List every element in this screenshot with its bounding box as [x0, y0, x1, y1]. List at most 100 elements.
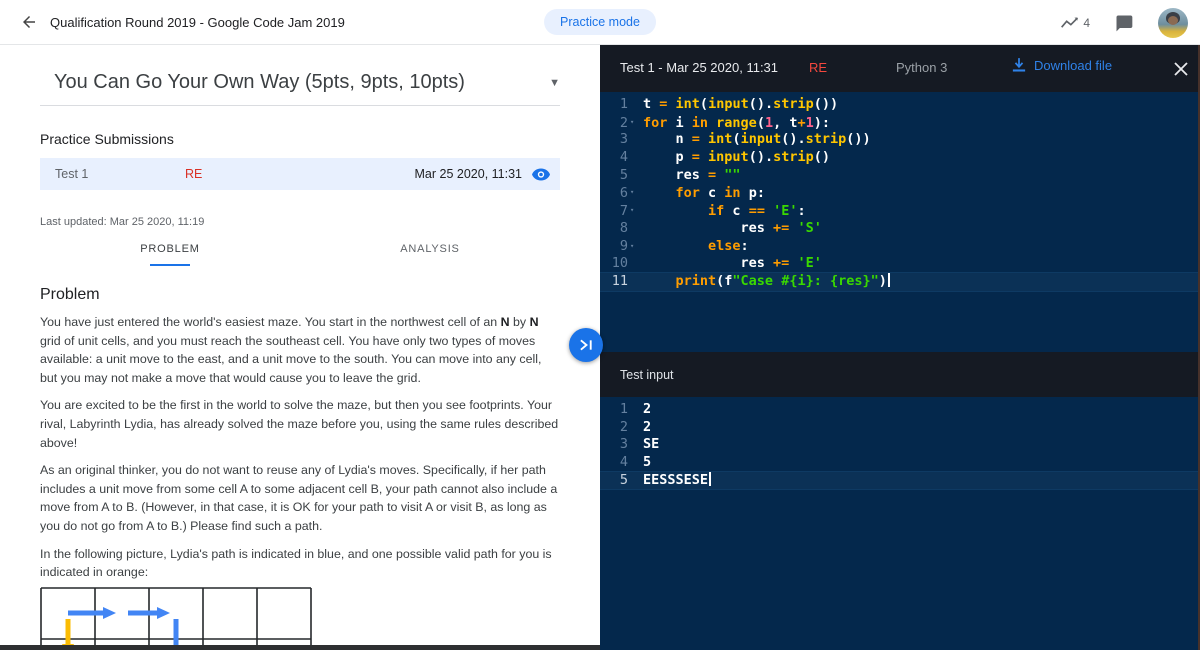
tab-bar: PROBLEM ANALYSIS	[40, 232, 560, 266]
code-line: 1 t = int(input().strip())	[600, 96, 1200, 114]
test-input-line: 45	[600, 454, 1200, 472]
test-input-text: 5	[643, 454, 652, 471]
line-number: 5	[619, 166, 628, 183]
test-input-text: 2	[643, 418, 652, 435]
trending-icon	[1061, 16, 1079, 28]
line-number: 10	[611, 255, 628, 272]
viewer-verdict: RE	[809, 60, 828, 75]
line-number: 9	[619, 238, 628, 255]
test-input-editor[interactable]: 1 2 2 2 3 SE 4 5 5 EESSSESE	[600, 397, 1200, 650]
test-input-header: Test input	[600, 352, 1200, 397]
code-text: for c in p:	[675, 185, 765, 202]
submission-name: Test 1	[55, 167, 89, 181]
problem-selector[interactable]: You Can Go Your Own Way (5pts, 9pts, 10p…	[40, 71, 560, 106]
close-icon	[1174, 62, 1188, 76]
code-line: 7 ▾ if c == 'E':	[600, 202, 1200, 220]
code-line: 5 res = ""	[600, 167, 1200, 185]
attempts-indicator[interactable]: 4	[1060, 16, 1090, 30]
line-number: 3	[619, 131, 628, 148]
text-cursor	[709, 471, 712, 486]
line-number: 8	[619, 219, 628, 236]
download-label: Download file	[1034, 58, 1113, 73]
fold-marker-icon[interactable]: ▾	[628, 238, 637, 256]
close-button[interactable]	[1170, 58, 1192, 80]
code-line: 8 res += 'S'	[600, 220, 1200, 238]
problem-panel: You Can Go Your Own Way (5pts, 9pts, 10p…	[0, 45, 600, 650]
problem-paragraph-2: You are excited to be the first in the w…	[40, 398, 559, 450]
code-text: t = int(input().strip())	[643, 96, 839, 112]
code-text: n = int(input().strip())	[643, 131, 871, 148]
test-input-line: 22	[600, 419, 1200, 437]
test-input-line: 12	[600, 401, 1200, 419]
download-icon	[1012, 58, 1026, 72]
line-number: 2	[619, 418, 628, 435]
fold-marker-icon[interactable]: ▾	[628, 114, 637, 132]
submission-row[interactable]: Test 1 RE Mar 25 2020, 11:31	[40, 158, 560, 190]
tab-problem[interactable]: PROBLEM	[40, 232, 300, 266]
submission-viewer-panel: Test 1 - Mar 25 2020, 11:31 RE Python 3 …	[600, 45, 1200, 650]
code-text: p = input().strip()	[643, 149, 830, 166]
code-line: 2 ▾ for i in range(1, t+1):	[600, 114, 1200, 132]
code-text: else:	[708, 238, 749, 255]
expand-right-icon	[579, 339, 592, 351]
problem-paragraph-4: In the following picture, Lydia's path i…	[40, 546, 552, 580]
code-line: 4 p = input().strip()	[600, 149, 1200, 167]
submission-verdict: RE	[185, 167, 203, 181]
line-number: 3	[619, 436, 628, 453]
collapse-panel-button[interactable]	[569, 328, 603, 362]
top-bar: Qualification Round 2019 - Google Code J…	[0, 0, 1200, 45]
submission-time: Mar 25 2020, 11:31	[414, 167, 522, 181]
download-file-button[interactable]: Download file	[1012, 58, 1112, 73]
problem-paragraph-1: You have just entered the world's easies…	[40, 315, 542, 385]
viewer-header: Test 1 - Mar 25 2020, 11:31 RE Python 3 …	[600, 45, 1200, 92]
code-line: 6 ▾ for c in p:	[600, 184, 1200, 202]
code-line: 11 print(f"Case #{i}: {res}")	[600, 272, 1200, 291]
chat-icon[interactable]	[1114, 13, 1134, 33]
code-text: print(f"Case #{i}: {res}")	[643, 272, 890, 289]
practice-mode-badge: Practice mode	[544, 9, 656, 35]
code-text: res = ""	[643, 166, 741, 183]
code-text: res += 'S'	[643, 219, 822, 236]
text-cursor	[887, 272, 890, 287]
back-button[interactable]	[14, 7, 44, 37]
code-text: for i in range(1, t+1):	[643, 114, 831, 131]
line-number: 6	[619, 185, 628, 202]
viewer-language: Python 3	[896, 60, 948, 75]
eye-icon[interactable]	[532, 168, 550, 181]
line-number: 11	[611, 272, 628, 289]
code-editor[interactable]: 1t = int(input().strip()) 2 ▾ for i in rang…	[600, 92, 1200, 352]
test-input-label: Test input	[620, 367, 674, 382]
line-number: 2	[619, 114, 628, 131]
code-text: res += 'E'	[643, 255, 822, 272]
arrow-left-icon	[23, 16, 35, 28]
bottom-strip	[0, 645, 600, 650]
problem-paragraph-3: As an original thinker, you do not want …	[40, 463, 558, 533]
page-title: Qualification Round 2019 - Google Code J…	[50, 14, 345, 30]
last-updated: Last updated: Mar 25 2020, 11:19	[40, 216, 205, 228]
line-number: 4	[619, 454, 628, 471]
submissions-heading: Practice Submissions	[40, 131, 174, 147]
attempts-count: 4	[1083, 15, 1090, 30]
problem-title: You Can Go Your Own Way (5pts, 9pts, 10p…	[54, 71, 465, 93]
test-input-line: 3 SE	[600, 436, 1200, 454]
code-line: 3 n = int(input().strip())	[600, 131, 1200, 149]
code-line: 10 res += 'E'	[600, 255, 1200, 273]
problem-section-heading: Problem	[40, 286, 100, 303]
avatar[interactable]	[1158, 7, 1188, 38]
line-number: 5	[619, 471, 628, 488]
test-input-text: EESSSESE	[643, 471, 712, 488]
code-line: 9 ▾ else:	[600, 238, 1200, 256]
chevron-down-icon: ▼	[549, 76, 560, 89]
test-input-text: SE	[643, 436, 660, 453]
line-number: 4	[619, 149, 628, 166]
line-number: 7	[619, 202, 628, 219]
fold-marker-icon[interactable]: ▾	[628, 184, 637, 202]
test-input-line: 5 EESSSESE	[600, 471, 1200, 490]
test-input-text: 2	[643, 401, 652, 417]
tab-analysis[interactable]: ANALYSIS	[300, 232, 560, 266]
viewer-title: Test 1 - Mar 25 2020, 11:31	[620, 60, 779, 75]
fold-marker-icon[interactable]: ▾	[628, 202, 637, 220]
line-number: 1	[619, 401, 628, 417]
code-text: if c == 'E':	[708, 202, 806, 219]
line-number: 1	[619, 96, 628, 112]
